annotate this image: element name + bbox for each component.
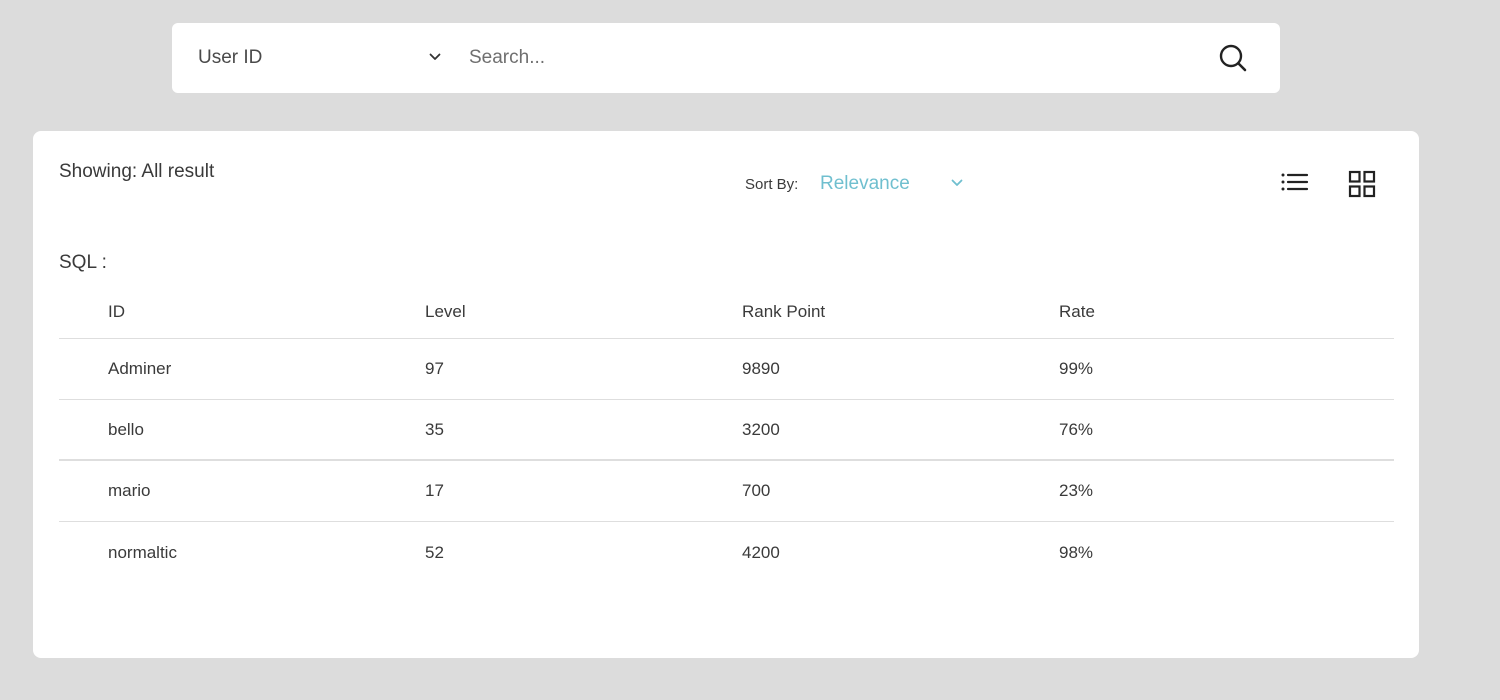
table-body: Adminer 97 9890 99% bello 35 3200 76% ma… <box>59 339 1394 583</box>
cell-rate: 23% <box>1059 481 1094 500</box>
column-header-level: Level <box>425 301 466 321</box>
cell-level: 97 <box>425 359 444 378</box>
table-row: normaltic 52 4200 98% <box>59 522 1394 583</box>
results-table: ID Level Rank Point Rate Adminer 97 9890… <box>59 285 1394 583</box>
cell-rate: 98% <box>1059 542 1094 562</box>
sort-select[interactable]: Relevance <box>820 171 970 197</box>
cell-level: 35 <box>425 419 444 439</box>
list-icon[interactable] <box>1279 169 1309 199</box>
table-row: mario 17 700 23% <box>59 461 1394 522</box>
table-row: Adminer 97 9890 99% <box>59 339 1394 400</box>
column-header-id: ID <box>108 301 125 321</box>
cell-rank-point: 4200 <box>742 542 780 562</box>
search-bar: User ID <box>172 23 1280 93</box>
table-header: ID Level Rank Point Rate <box>59 285 1394 339</box>
cell-rate: 99% <box>1059 359 1094 378</box>
cell-rank-point: 3200 <box>742 419 780 439</box>
column-header-rate: Rate <box>1059 301 1095 321</box>
grid-icon[interactable] <box>1347 169 1377 199</box>
column-header-rank-point: Rank Point <box>742 301 826 321</box>
showing-label: Showing: All result <box>59 161 215 182</box>
chevron-down-icon <box>429 53 441 60</box>
cell-rank-point: 700 <box>742 481 771 500</box>
sort-by: Sort By: Relevance <box>745 171 963 197</box>
cell-id: normaltic <box>108 542 177 562</box>
search-field-select[interactable]: User ID <box>198 23 448 93</box>
chevron-down-icon <box>951 179 963 186</box>
cell-rank-point: 9890 <box>742 359 780 378</box>
sort-by-label: Sort By: <box>745 175 799 193</box>
search-field-select-value: User ID <box>198 47 263 68</box>
cell-id: mario <box>108 481 151 500</box>
search-icon[interactable] <box>1218 43 1248 73</box>
cell-id: bello <box>108 419 144 439</box>
section-label: SQL : <box>59 252 107 273</box>
cell-rate: 76% <box>1059 419 1094 439</box>
sort-select-value: Relevance <box>820 173 910 194</box>
cell-level: 52 <box>425 542 444 562</box>
search-input[interactable] <box>469 40 1169 76</box>
table-row: bello 35 3200 76% <box>59 400 1394 461</box>
cell-id: Adminer <box>108 359 172 378</box>
cell-level: 17 <box>425 481 444 500</box>
results-card: Showing: All result Sort By: Relevance S… <box>33 131 1419 658</box>
